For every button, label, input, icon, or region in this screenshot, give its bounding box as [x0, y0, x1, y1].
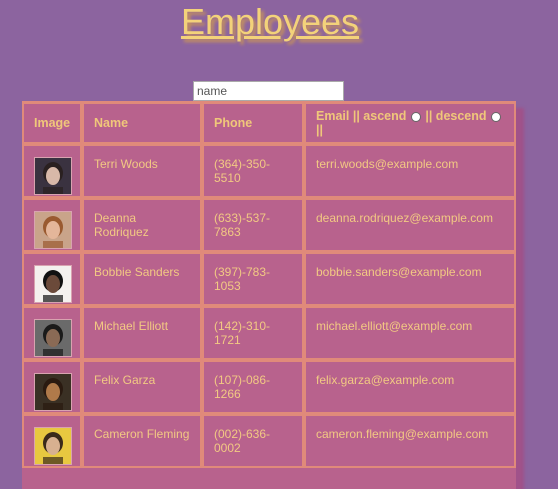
table-header-row: Image Name Phone Email || ascend || desc… — [22, 101, 516, 144]
phone-cell: (142)-310-1721 — [202, 306, 304, 360]
name-cell: Michael Elliott — [82, 306, 202, 360]
page-title: Employees — [180, 1, 360, 42]
avatar — [34, 427, 72, 465]
header-descend-label: || descend — [425, 109, 487, 123]
image-cell — [22, 360, 82, 414]
avatar — [34, 373, 72, 411]
email-cell: cameron.fleming@example.com — [304, 414, 516, 468]
name-cell: Cameron Fleming — [82, 414, 202, 468]
email-cell: michael.elliott@example.com — [304, 306, 516, 360]
search-input[interactable] — [193, 81, 344, 101]
name-cell: Felix Garza — [82, 360, 202, 414]
name-cell: Terri Woods — [82, 144, 202, 198]
name-cell: Bobbie Sanders — [82, 252, 202, 306]
table-body: Terri Woods (364)-350-5510 terri.woods@exa… — [22, 144, 516, 468]
page: Employees Image Name Phone Email || asce… — [0, 0, 558, 489]
header-email: Email || ascend || descend || — [304, 101, 516, 144]
table-row: Cameron Fleming (002)-636-0002 cameron.fle… — [22, 414, 516, 468]
image-cell — [22, 252, 82, 306]
table-row: Felix Garza (107)-086-1266 felix.garza@exa… — [22, 360, 516, 414]
image-cell — [22, 414, 82, 468]
header-end-label: || — [316, 123, 323, 137]
sort-ascend-radio[interactable] — [410, 111, 421, 122]
table-row: Deanna Rodriquez (633)-537-7863 deanna.rod… — [22, 198, 516, 252]
table-row: Terri Woods (364)-350-5510 terri.woods@exa… — [22, 144, 516, 198]
email-cell: terri.woods@example.com — [304, 144, 516, 198]
table-row: Michael Elliott (142)-310-1721 michael.ell… — [22, 306, 516, 360]
avatar — [34, 265, 72, 303]
avatar — [34, 319, 72, 357]
phone-cell: (633)-537-7863 — [202, 198, 304, 252]
phone-cell: (397)-783-1053 — [202, 252, 304, 306]
image-cell — [22, 144, 82, 198]
header-name[interactable]: Name — [82, 101, 202, 144]
phone-cell: (364)-350-5510 — [202, 144, 304, 198]
table-row: Bobbie Sanders (397)-783-1053 bobbie.sande… — [22, 252, 516, 306]
email-cell: felix.garza@example.com — [304, 360, 516, 414]
avatar — [34, 157, 72, 195]
employee-table-container: Image Name Phone Email || ascend || desc… — [22, 101, 516, 489]
email-cell: deanna.rodriquez@example.com — [304, 198, 516, 252]
phone-cell: (107)-086-1266 — [202, 360, 304, 414]
header-phone[interactable]: Phone — [202, 101, 304, 144]
name-cell: Deanna Rodriquez — [82, 198, 202, 252]
header-image: Image — [22, 101, 82, 144]
employee-table: Image Name Phone Email || ascend || desc… — [22, 101, 516, 468]
avatar — [34, 211, 72, 249]
image-cell — [22, 198, 82, 252]
header-email-ascend-label: Email || ascend — [316, 109, 407, 123]
phone-cell: (002)-636-0002 — [202, 414, 304, 468]
email-cell: bobbie.sanders@example.com — [304, 252, 516, 306]
sort-descend-radio[interactable] — [491, 111, 502, 122]
image-cell — [22, 306, 82, 360]
